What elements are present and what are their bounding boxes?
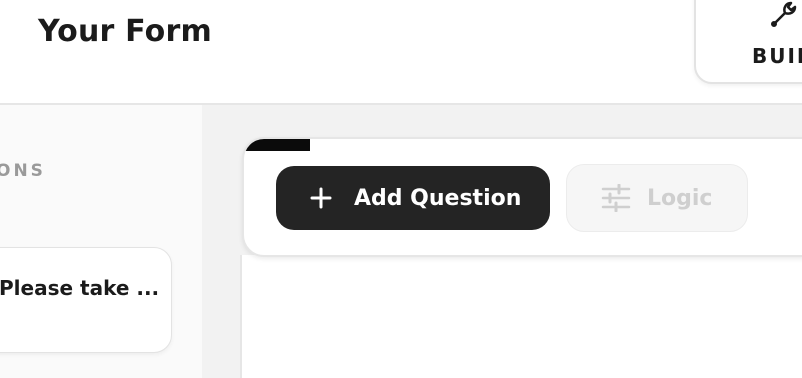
question-toolbar: Add Question Logic [242,137,802,257]
questions-sidebar: ONS Please take ... [0,105,202,378]
form-canvas [240,255,802,378]
question-card[interactable]: Please take ... [0,247,172,353]
header-bar: Your Form BUIL [0,0,802,105]
build-tab-label: BUIL [752,44,802,68]
main-workspace: Add Question Logic [202,105,802,378]
logic-button[interactable]: Logic [566,164,748,232]
logic-label: Logic [647,185,713,211]
plus-icon [310,187,332,209]
question-card-text: Please take ... [0,276,160,300]
form-title: Your Form [38,14,212,49]
sliders-icon [601,184,631,212]
add-question-label: Add Question [354,185,522,211]
add-question-button[interactable]: Add Question [276,166,550,230]
build-tab[interactable]: BUIL [694,0,802,84]
wrench-icon [771,1,797,27]
sidebar-heading: ONS [0,161,46,181]
form-builder-page: Your Form BUIL ONS Please take ... Add Q… [0,0,802,378]
toolbar-accent-tab [244,139,310,151]
